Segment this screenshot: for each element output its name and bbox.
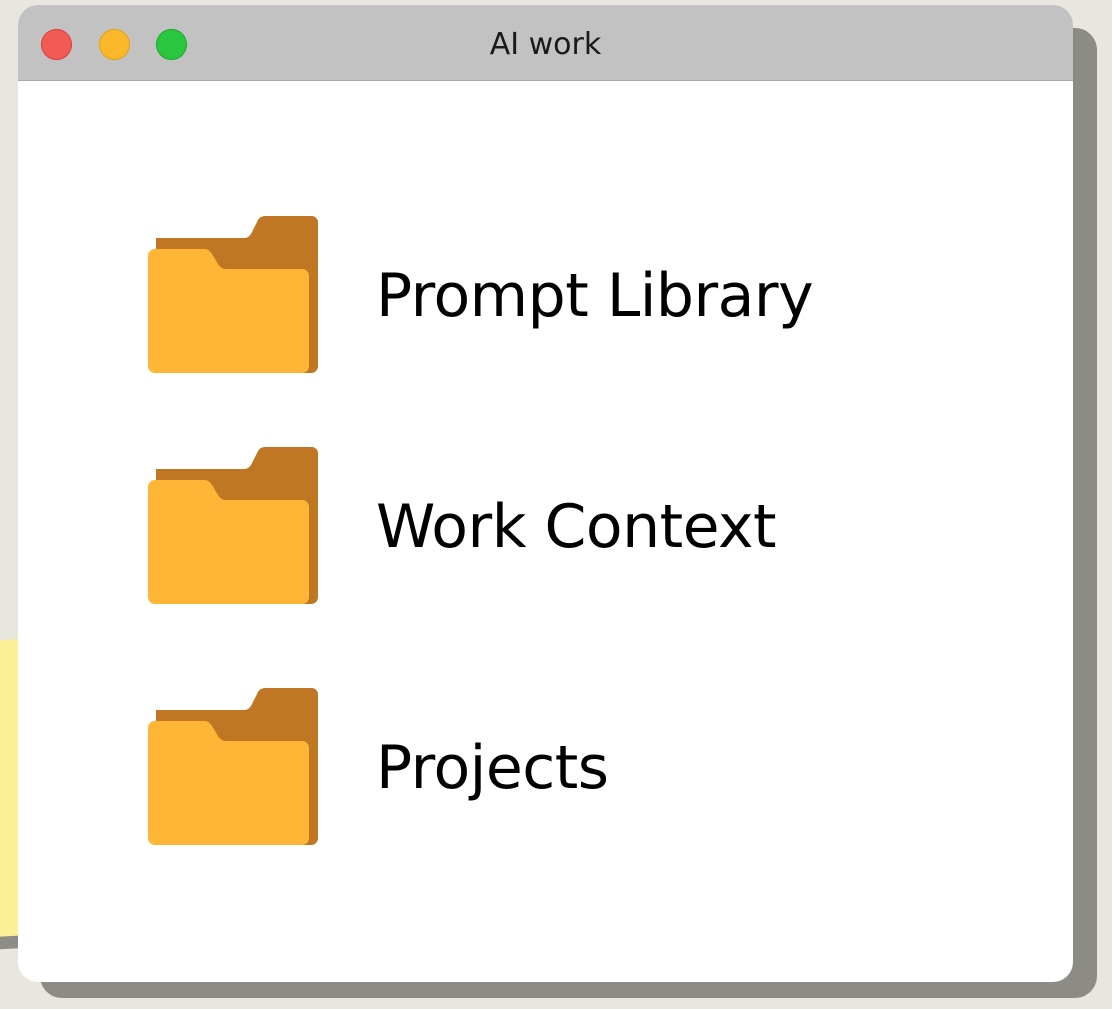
folder-item-projects[interactable]: Projects	[148, 688, 868, 848]
title-bar[interactable]: AI work	[18, 5, 1073, 81]
folder-label: Prompt Library	[376, 261, 814, 331]
folder-icon	[148, 216, 318, 373]
window-title: AI work	[489, 27, 602, 62]
folder-item-work-context[interactable]: Work Context	[148, 447, 868, 607]
folder-label: Work Context	[376, 492, 777, 562]
folder-icon	[148, 688, 318, 845]
finder-window: AI work Prompt Library Work Context Proj…	[18, 5, 1073, 982]
folder-label: Projects	[376, 733, 609, 803]
folder-icon	[148, 447, 318, 604]
folder-item-prompt-library[interactable]: Prompt Library	[148, 216, 868, 376]
